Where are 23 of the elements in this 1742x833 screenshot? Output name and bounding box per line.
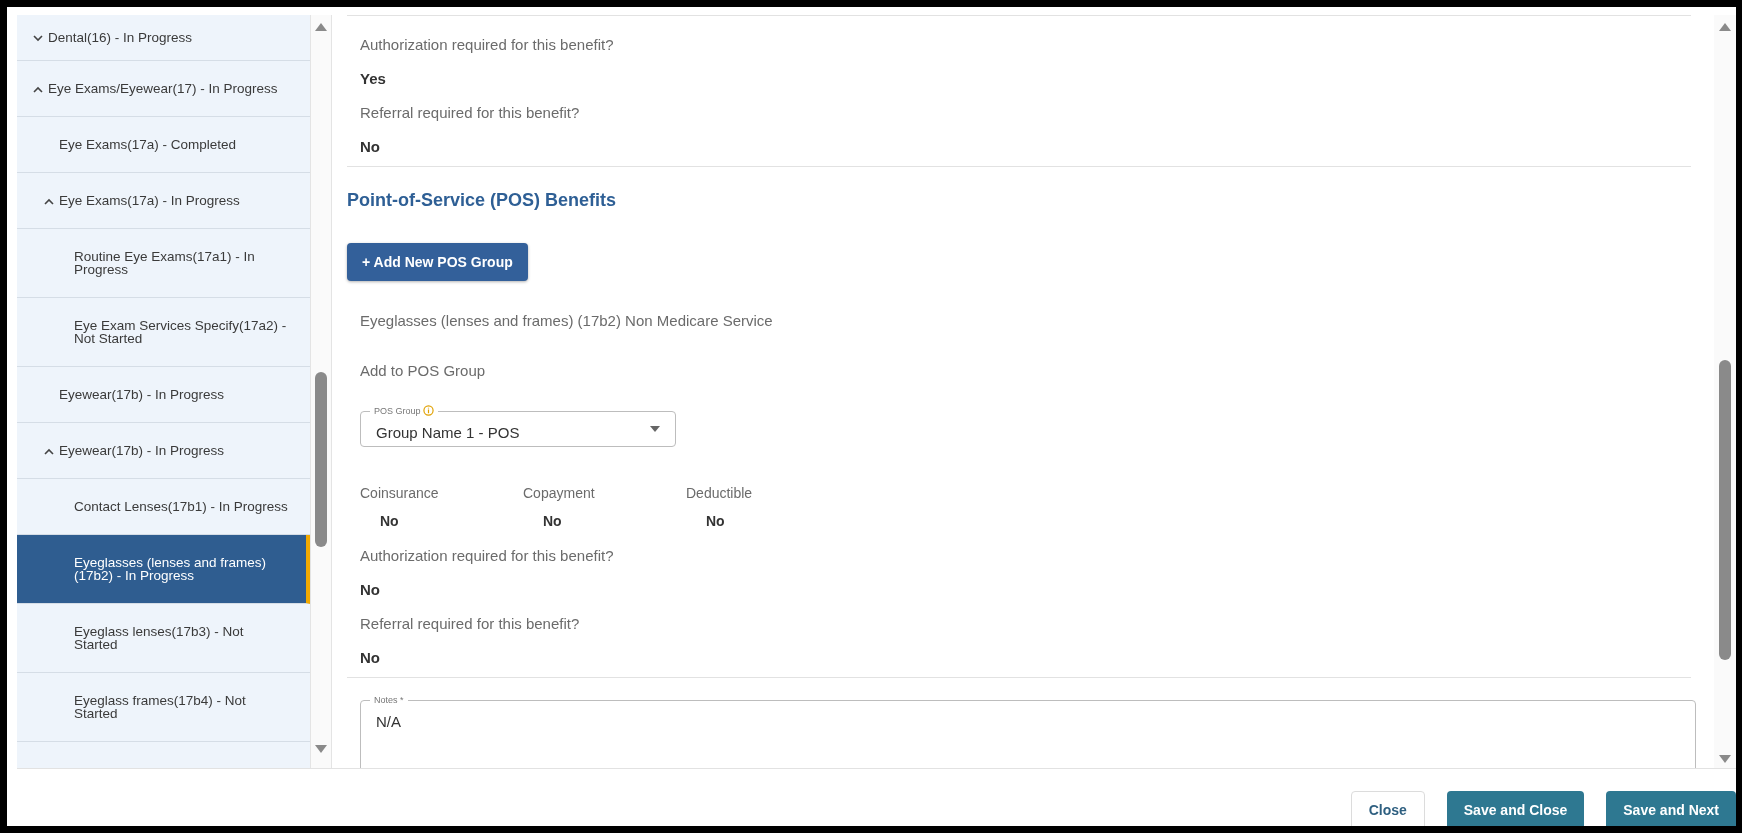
question-label: Referral required for this benefit? bbox=[360, 104, 581, 121]
question-label: Authorization required for this benefit? bbox=[360, 547, 615, 564]
group-label: Add to POS Group bbox=[360, 362, 487, 379]
question-label: Referral required for this benefit? bbox=[360, 615, 581, 632]
cost-label: Copayment bbox=[523, 485, 595, 501]
primary-button[interactable]: Save and Next bbox=[1606, 791, 1736, 826]
answer-value: No bbox=[360, 138, 381, 155]
cost-label: Deductible bbox=[686, 485, 753, 501]
add-group-button[interactable]: + Add New POS Group bbox=[347, 243, 528, 281]
service-name: Eyeglasses (lenses and frames) (17b2) Non Medicare Service bbox=[360, 312, 774, 329]
cost-value: No bbox=[543, 513, 562, 529]
answer-value: No bbox=[360, 581, 381, 598]
question-label: Authorization required for this benefit? bbox=[360, 36, 615, 53]
cost-label: Coinsurance bbox=[360, 485, 439, 501]
section-title: Point-of-Service (POS) Benefits bbox=[347, 190, 617, 211]
close-button[interactable]: Close bbox=[1350, 791, 1425, 826]
answer-value: Yes bbox=[360, 70, 387, 87]
primary-button[interactable]: Save and Close bbox=[1446, 791, 1585, 826]
field-label: POS Group bbox=[374, 405, 421, 416]
answer-value: No bbox=[360, 649, 381, 666]
cost-value: No bbox=[380, 513, 399, 529]
tree-item[interactable]: Eyeglasses (lenses and frames) (17b2) - In Progress bbox=[17, 535, 310, 604]
cost-value: No bbox=[706, 513, 725, 529]
